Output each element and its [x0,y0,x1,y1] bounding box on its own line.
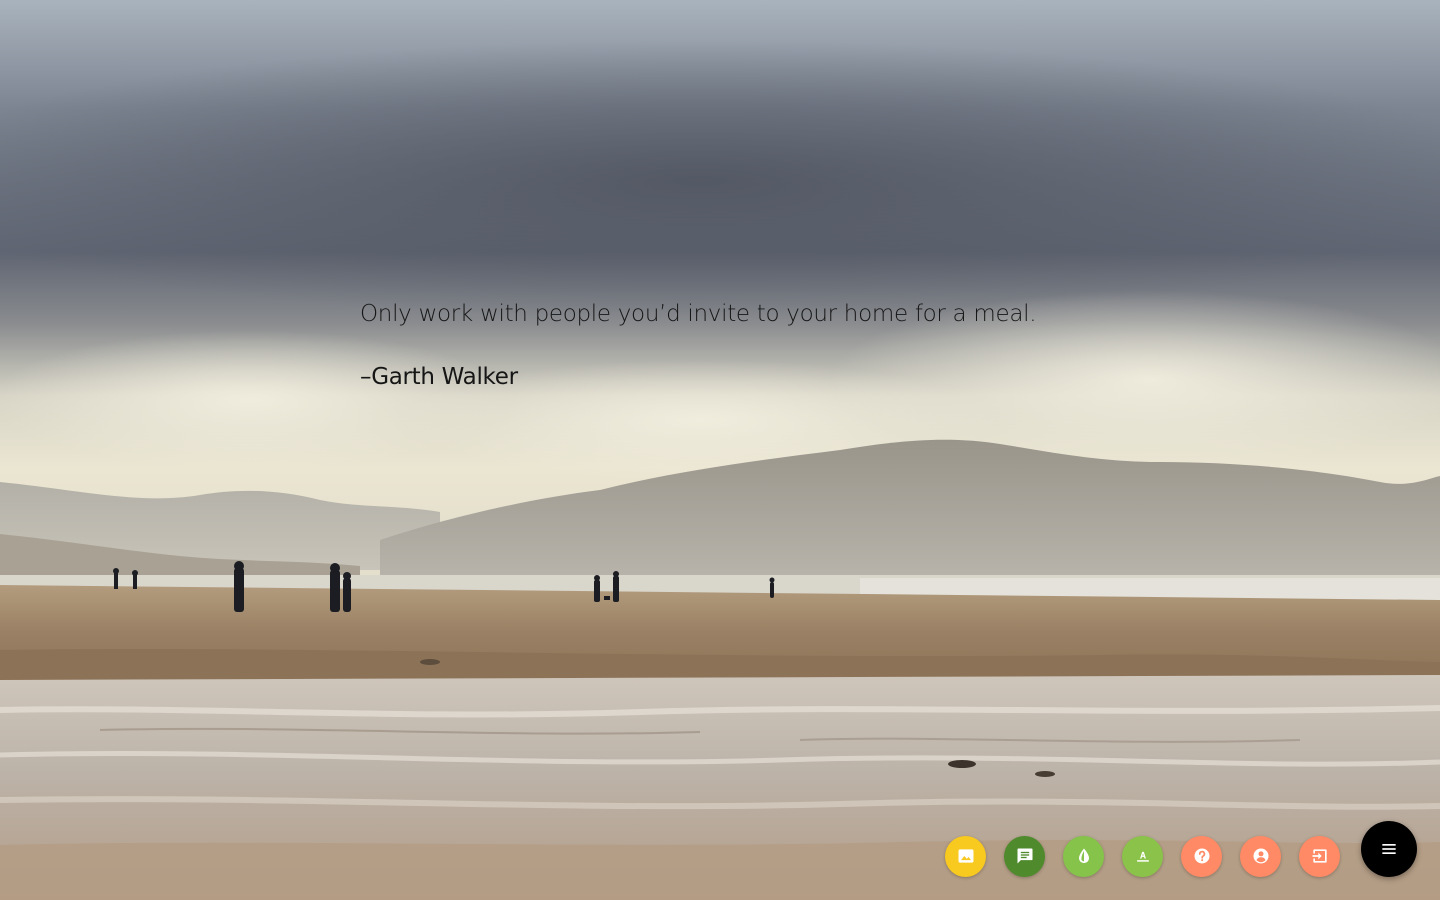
background-image-button[interactable] [945,835,986,877]
menu-icon [1382,844,1396,854]
menu-button[interactable] [1361,821,1417,877]
exit-icon [1312,849,1327,863]
quote-button[interactable] [1004,835,1045,877]
drop-icon [1078,848,1089,864]
message-icon [1017,848,1032,864]
font-button[interactable] [1122,835,1163,877]
quote-author: –Garth Walker [360,364,518,390]
text-format-icon [1136,851,1149,862]
account-button[interactable] [1240,835,1281,877]
theme-button[interactable] [1063,835,1104,877]
account-icon [1253,848,1268,864]
help-button[interactable] [1181,835,1222,877]
image-icon [958,849,973,863]
quote-block: Only work with people you’d invite to yo… [360,296,1120,395]
beach-landscape-image [0,0,1440,900]
help-icon [1194,848,1209,864]
background-photo [0,0,1440,900]
bottom-toolbar [945,835,1340,877]
exit-button[interactable] [1299,835,1340,877]
quote-text: Only work with people you’d invite to yo… [360,301,1037,327]
